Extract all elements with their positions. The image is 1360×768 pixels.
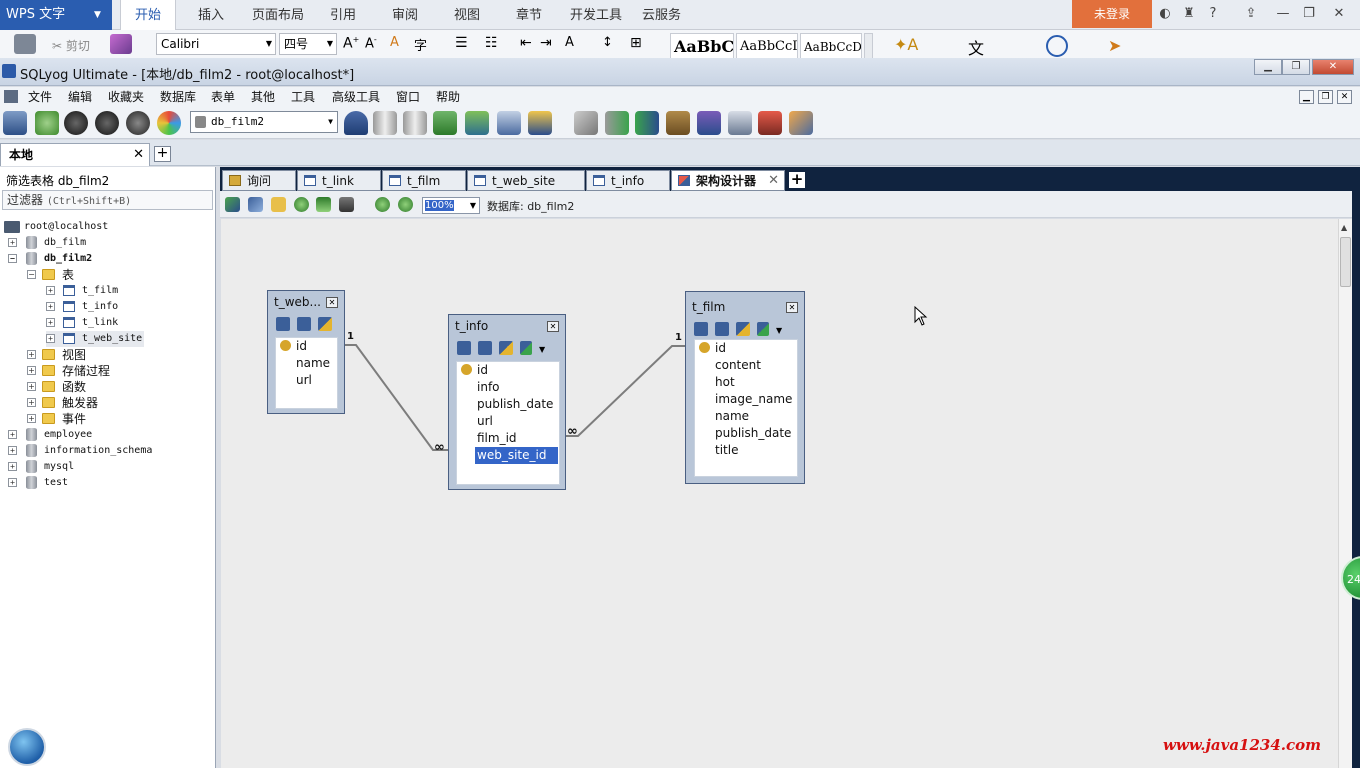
field-id[interactable]: id <box>276 338 337 355</box>
manage-index-icon[interactable] <box>297 317 311 331</box>
entity-fields: id content hot image_name name publish_d… <box>694 339 798 477</box>
entity-fields: id name url <box>275 337 338 409</box>
relation-line-info-film <box>566 345 686 437</box>
relation-one-label: 1 <box>675 332 682 343</box>
primary-key-icon <box>699 342 710 353</box>
entity-toolbar: ▼ <box>457 341 545 359</box>
more-options-icon[interactable] <box>520 341 532 355</box>
relation-many-label: ∞ <box>434 440 445 455</box>
entity-toolbar <box>276 317 339 335</box>
manage-index-icon[interactable] <box>478 341 492 355</box>
entity-fields: id info publish_date url film_id web_sit… <box>456 361 560 485</box>
field-publish-date[interactable]: publish_date <box>695 425 797 442</box>
field-id[interactable]: id <box>695 340 797 357</box>
edit-table-icon[interactable] <box>694 322 708 336</box>
entity-t-info[interactable]: t_info ✕ ▼ id info publish_date url film… <box>448 314 566 490</box>
primary-key-icon <box>280 340 291 351</box>
chevron-down-icon[interactable]: ▼ <box>776 326 782 335</box>
field-label: id <box>715 341 726 355</box>
field-url[interactable]: url <box>276 372 337 389</box>
field-id[interactable]: id <box>457 362 559 379</box>
field-title[interactable]: title <box>695 442 797 459</box>
field-label: id <box>477 363 488 377</box>
entity-toolbar: ▼ <box>694 322 782 340</box>
relation-line-web-site-info <box>344 344 448 451</box>
scroll-up-icon[interactable]: ▲ <box>1341 223 1347 232</box>
close-icon[interactable]: ✕ <box>786 302 798 313</box>
field-url[interactable]: url <box>457 413 559 430</box>
field-film-id[interactable]: film_id <box>457 430 559 447</box>
mouse-cursor-icon <box>914 306 928 326</box>
more-options-icon[interactable] <box>757 322 769 336</box>
relation-one-label: 1 <box>347 331 354 342</box>
edit-table-icon[interactable] <box>276 317 290 331</box>
relation-icon[interactable] <box>736 322 750 336</box>
relation-icon[interactable] <box>499 341 513 355</box>
relation-lines <box>344 344 686 451</box>
field-name[interactable]: name <box>276 355 337 372</box>
window-edge <box>1352 167 1360 768</box>
field-name[interactable]: name <box>695 408 797 425</box>
watermark-text: www.java1234.com <box>1163 736 1322 754</box>
entity-t-web-site[interactable]: t_web... ✕ id name url <box>267 290 345 414</box>
edit-table-icon[interactable] <box>457 341 471 355</box>
relation-many-label: ∞ <box>567 424 578 439</box>
field-info[interactable]: info <box>457 379 559 396</box>
relation-icon[interactable] <box>318 317 332 331</box>
close-icon[interactable]: ✕ <box>326 297 338 308</box>
manage-index-icon[interactable] <box>715 322 729 336</box>
field-publish-date[interactable]: publish_date <box>457 396 559 413</box>
chevron-down-icon[interactable]: ▼ <box>539 345 545 354</box>
field-web-site-id[interactable]: web_site_id <box>475 447 558 464</box>
entity-t-film[interactable]: t_film ✕ ▼ id content hot image_name nam… <box>685 291 805 484</box>
scrollbar-thumb[interactable] <box>1340 237 1351 287</box>
field-image-name[interactable]: image_name <box>695 391 797 408</box>
field-hot[interactable]: hot <box>695 374 797 391</box>
primary-key-icon <box>461 364 472 375</box>
canvas-vertical-scrollbar[interactable]: ▲ <box>1338 219 1352 768</box>
field-label: id <box>296 339 307 353</box>
field-content[interactable]: content <box>695 357 797 374</box>
close-icon[interactable]: ✕ <box>547 321 559 332</box>
